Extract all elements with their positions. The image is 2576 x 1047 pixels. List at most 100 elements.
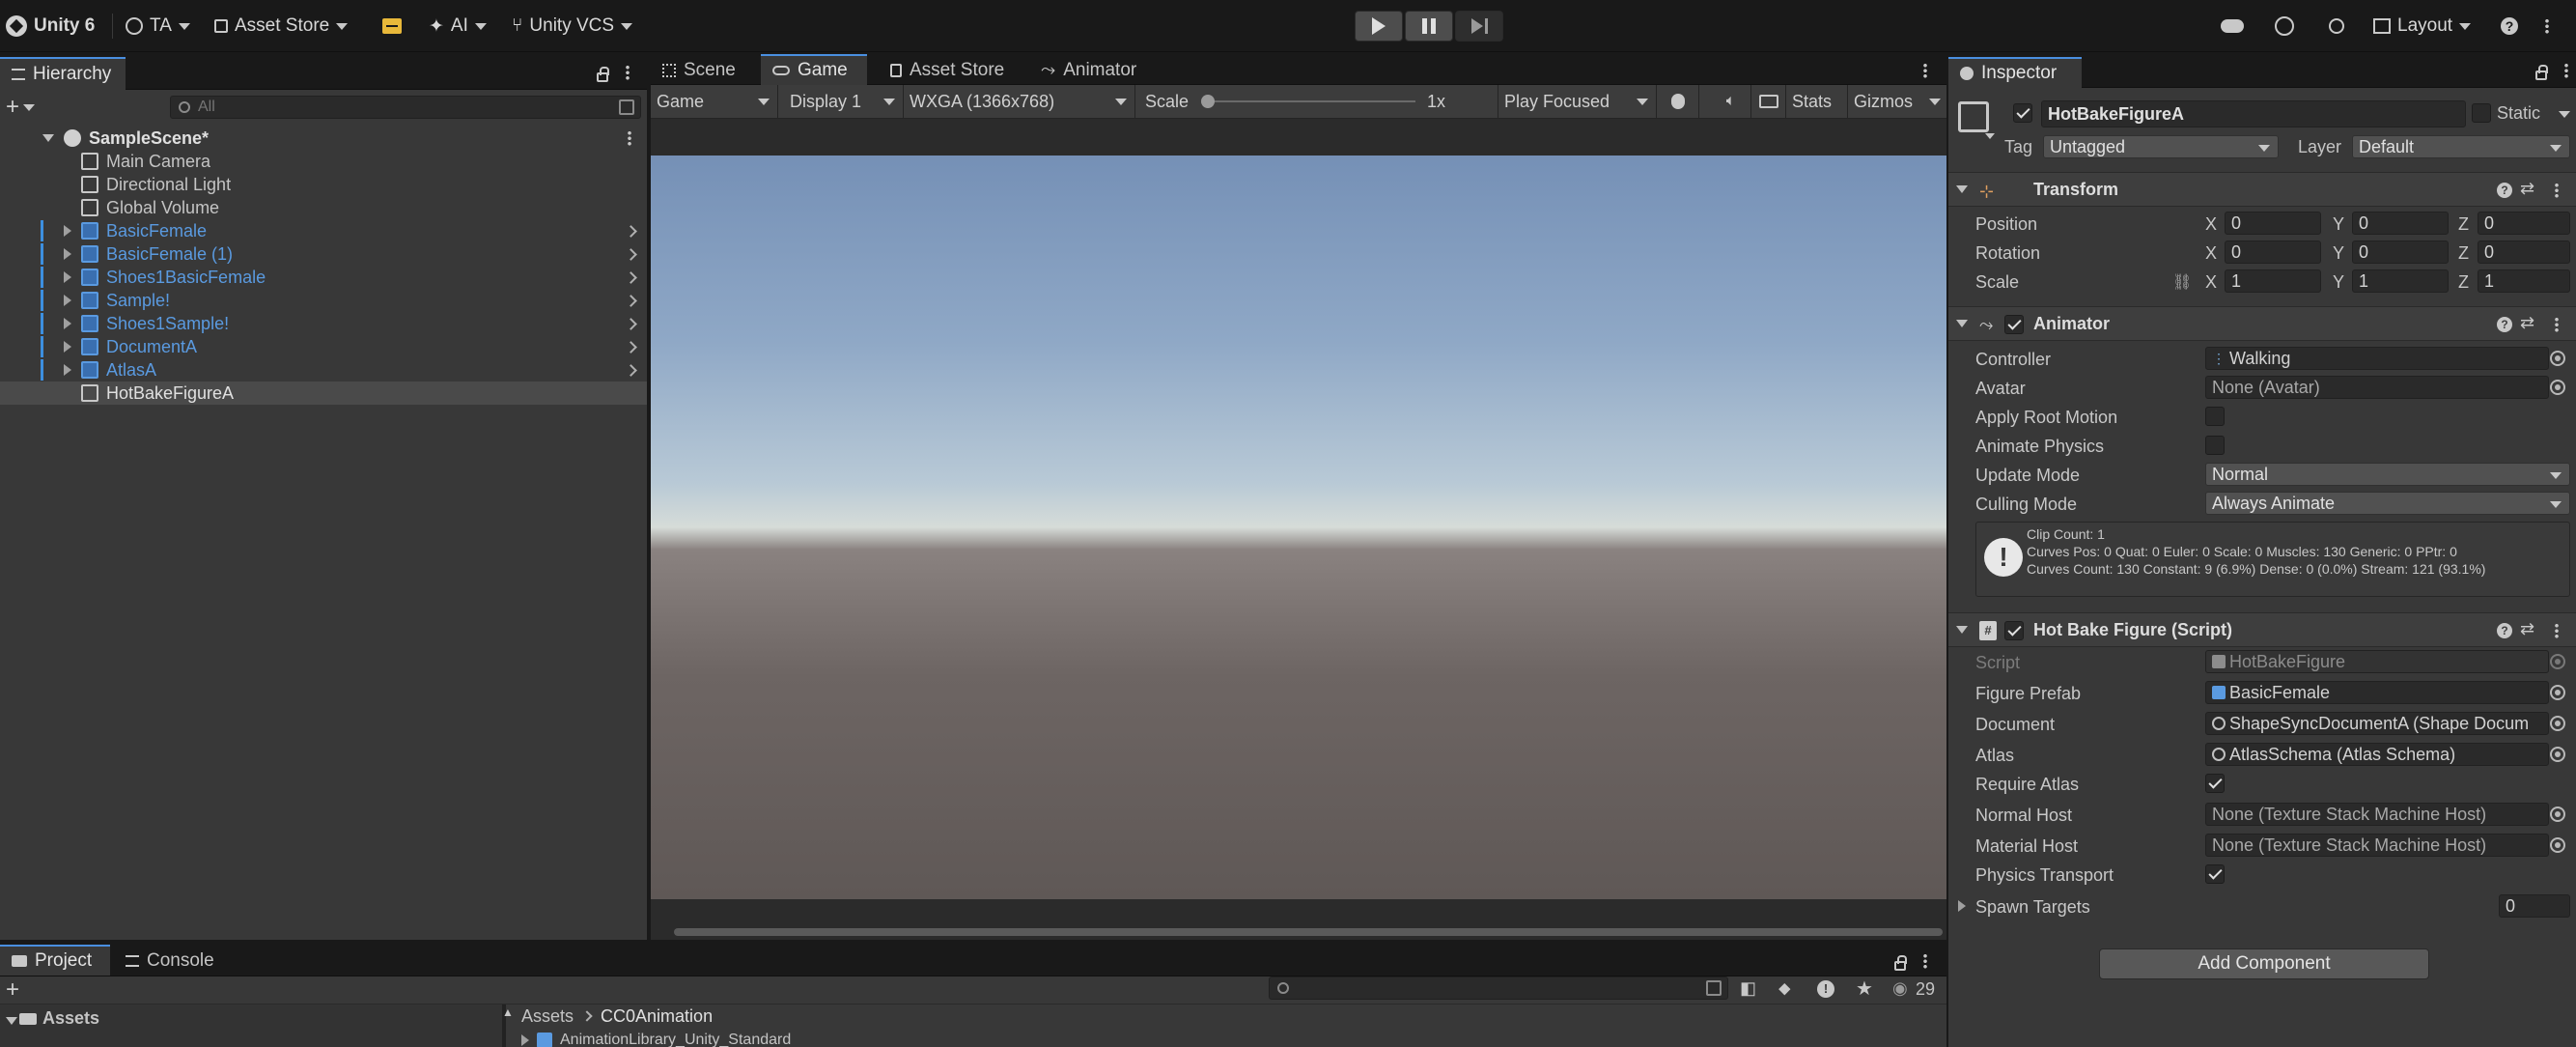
kebab-menu-icon[interactable] [628, 130, 631, 146]
hierarchy-item[interactable]: Directional Light [0, 173, 647, 196]
collapse-icon[interactable] [42, 134, 54, 142]
animate-physics-checkbox[interactable] [2205, 436, 2225, 455]
layout-dropdown[interactable]: Layout [2373, 10, 2472, 42]
expand-icon[interactable] [64, 295, 71, 306]
mute-button[interactable]: 🔈︎ [1711, 85, 1751, 118]
rotation-y-field[interactable]: 0 [2352, 241, 2449, 264]
package-button[interactable] [382, 10, 402, 42]
root-motion-checkbox[interactable] [2205, 407, 2225, 426]
ai-dropdown[interactable]: ✦ AI [429, 10, 487, 42]
document-field[interactable]: ShapeSyncDocumentA (Shape Docum [2205, 712, 2549, 735]
collapse-icon[interactable] [1956, 320, 1968, 327]
game-render[interactable] [651, 156, 1946, 899]
account-dropdown[interactable]: TA [126, 10, 190, 42]
hierarchy-item-prefab[interactable]: Shoes1Sample! [0, 312, 647, 335]
rotation-x-field[interactable]: 0 [2225, 241, 2321, 264]
presets-icon[interactable]: ⇄ [2520, 179, 2534, 199]
project-search[interactable] [1269, 976, 1728, 1000]
position-x-field[interactable]: 0 [2225, 212, 2321, 235]
stats-button[interactable]: Stats [1786, 85, 1848, 118]
hierarchy-item-prefab[interactable]: BasicFemale [0, 219, 647, 242]
tree-root-label[interactable]: Assets [42, 1008, 99, 1029]
hierarchy-item[interactable]: Main Camera [0, 150, 647, 173]
expand-icon[interactable] [64, 364, 71, 376]
kebab-menu-icon[interactable] [1923, 63, 1927, 78]
step-button[interactable] [1455, 11, 1503, 42]
scale-z-field[interactable]: 1 [2478, 269, 2570, 293]
transform-header[interactable]: ⊹ Transform ? ⇄ [1948, 172, 2576, 207]
object-name-field[interactable]: HotBakeFigureA [2041, 100, 2466, 127]
search-button[interactable] [2329, 10, 2344, 42]
figure-prefab-field[interactable]: BasicFemale [2205, 681, 2549, 704]
scale-x-field[interactable]: 1 [2225, 269, 2321, 293]
play-button[interactable] [1355, 11, 1403, 42]
avatar-field[interactable]: None (Avatar) [2205, 376, 2549, 399]
physics-transport-checkbox[interactable] [2205, 864, 2225, 884]
keyboard-button[interactable] [1751, 85, 1786, 118]
hierarchy-item-prefab[interactable]: Sample! [0, 289, 647, 312]
add-component-button[interactable]: Add Component [2099, 948, 2429, 979]
search-filter-icon[interactable] [1706, 980, 1722, 996]
help-icon[interactable]: ? [2497, 317, 2512, 332]
object-picker-icon[interactable] [2550, 380, 2565, 395]
asset-store-dropdown[interactable]: Asset Store [214, 10, 349, 42]
object-picker-icon[interactable] [2550, 685, 2565, 700]
controller-field[interactable]: ⋮ Walking [2205, 347, 2549, 370]
debug-button[interactable] [1657, 85, 1699, 118]
rotation-z-field[interactable]: 0 [2478, 241, 2570, 264]
hierarchy-item-prefab[interactable]: BasicFemale (1) [0, 242, 647, 266]
spawn-targets-size-field[interactable]: 0 [2499, 894, 2570, 918]
hierarchy-item-prefab[interactable]: Shoes1BasicFemale [0, 266, 647, 289]
chevron-right-icon[interactable] [625, 270, 637, 284]
expand-icon[interactable] [521, 1034, 529, 1046]
collapse-icon[interactable] [1956, 626, 1968, 634]
presets-icon[interactable]: ⇄ [2520, 619, 2534, 639]
animator-enabled-checkbox[interactable] [2004, 315, 2024, 334]
scale-y-field[interactable]: 1 [2352, 269, 2449, 293]
kebab-menu-icon[interactable] [2564, 63, 2568, 78]
label-icon[interactable]: ⬥ [1778, 978, 1791, 999]
tab-project[interactable]: Project [0, 945, 110, 976]
chevron-down-icon[interactable] [1985, 133, 1995, 139]
help-icon[interactable]: ? [2497, 623, 2512, 638]
expand-icon[interactable] [64, 225, 71, 237]
normal-host-field[interactable]: None (Texture Stack Machine Host) [2205, 803, 2549, 826]
material-host-field[interactable]: None (Texture Stack Machine Host) [2205, 834, 2549, 857]
play-mode-dropdown[interactable]: Play Focused [1498, 85, 1657, 118]
script-enabled-checkbox[interactable] [2004, 621, 2024, 640]
cloud-button[interactable] [2221, 10, 2244, 42]
kebab-menu-icon[interactable] [2555, 623, 2559, 638]
warning-filter-icon[interactable]: ! [1817, 980, 1834, 998]
script-component-header[interactable]: # Hot Bake Figure (Script) ? ⇄ [1948, 612, 2576, 647]
hierarchy-item-prefab[interactable]: AtlasA [0, 358, 647, 382]
update-mode-dropdown[interactable]: Normal [2205, 463, 2570, 486]
hierarchy-item-selected[interactable]: HotBakeFigureA [0, 382, 647, 405]
lock-icon[interactable] [597, 67, 609, 82]
plus-icon[interactable]: + [6, 976, 19, 1004]
help-icon[interactable]: ? [2497, 183, 2512, 198]
collapse-icon[interactable] [6, 1017, 17, 1025]
object-picker-icon[interactable] [2550, 837, 2565, 853]
tab-scene[interactable]: Scene [651, 54, 747, 87]
expand-icon[interactable] [64, 341, 71, 353]
culling-mode-dropdown[interactable]: Always Animate [2205, 492, 2570, 515]
help-button[interactable]: ? [2501, 10, 2518, 42]
layer-dropdown[interactable]: Default [2352, 135, 2570, 158]
position-z-field[interactable]: 0 [2478, 212, 2570, 235]
expand-icon[interactable] [1958, 900, 1966, 912]
link-icon[interactable]: ⛓ [2172, 272, 2192, 292]
resolution-dropdown[interactable]: WXGA (1366x768) [904, 85, 1135, 118]
require-atlas-checkbox[interactable] [2205, 774, 2225, 793]
chevron-up-icon[interactable]: ▲ [502, 1005, 514, 1019]
static-checkbox[interactable] [2472, 103, 2491, 123]
chevron-right-icon[interactable] [625, 363, 637, 377]
kebab-menu-icon[interactable] [626, 65, 630, 80]
chevron-right-icon[interactable] [625, 317, 637, 330]
tab-hierarchy[interactable]: Hierarchy [0, 57, 126, 90]
kebab-menu-icon[interactable] [2555, 317, 2559, 332]
presets-icon[interactable]: ⇄ [2520, 313, 2534, 333]
view-dropdown[interactable]: Game [651, 85, 778, 118]
atlas-field[interactable]: AtlasSchema (Atlas Schema) [2205, 743, 2549, 766]
collapse-icon[interactable] [1956, 185, 1968, 193]
active-checkbox[interactable] [2013, 103, 2032, 123]
